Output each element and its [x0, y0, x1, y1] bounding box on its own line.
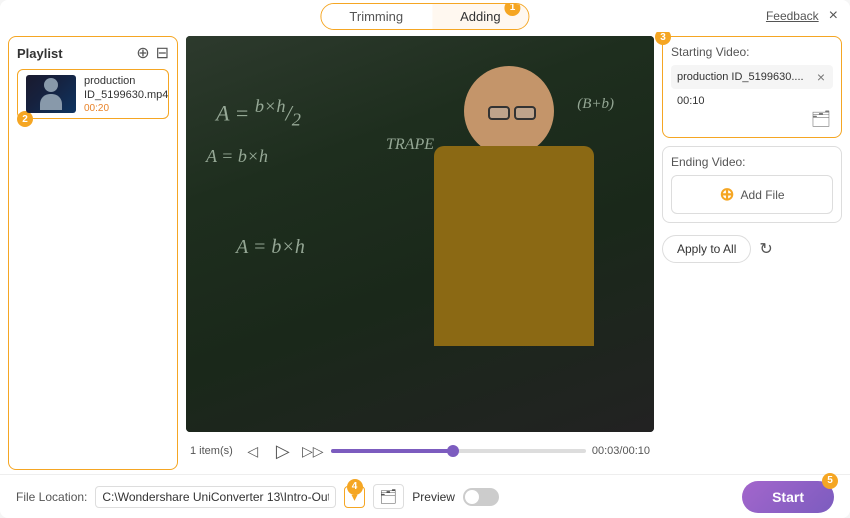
starting-badge: 3: [655, 32, 671, 45]
playlist-icons: ⊕ ⊟: [136, 43, 169, 63]
play-button[interactable]: ▷: [271, 439, 295, 463]
dropdown-badge: 4: [347, 479, 363, 495]
starting-duration: 00:10: [671, 93, 833, 109]
math-eq3: A = b×h: [236, 236, 305, 259]
time-display: 00:03/00:10: [592, 445, 650, 457]
start-button[interactable]: 5 Start: [742, 481, 834, 513]
close-button[interactable]: ×: [829, 8, 838, 24]
tab-adding[interactable]: 1 Adding: [432, 4, 528, 29]
ending-label: Ending Video:: [671, 155, 833, 169]
starting-label: Starting Video:: [671, 45, 833, 59]
progress-bar[interactable]: [331, 449, 586, 453]
add-playlist-icon[interactable]: ⊕: [136, 43, 149, 63]
apply-all-row: Apply to All ↻: [662, 235, 842, 263]
video-preview: A = b×h/2 A = b×h A = b×h TRAPE (B+b): [186, 36, 654, 432]
refresh-icon[interactable]: ↻: [759, 239, 772, 259]
math-eq4: TRAPE: [386, 136, 434, 154]
thumbnail-face: [37, 78, 65, 110]
starting-folder-row: 🗂: [671, 109, 833, 129]
apply-all-button[interactable]: Apply to All: [662, 235, 751, 263]
starting-clear-button[interactable]: ×: [815, 69, 827, 85]
time-total: 00:10: [622, 445, 650, 457]
tab-trimming-label: Trimming: [349, 9, 403, 24]
playlist-item-name: production ID_5199630.mp4: [84, 74, 168, 103]
title-bar: Trimming 1 Adding Feedback ×: [0, 0, 850, 32]
folder-button[interactable]: 🗂: [373, 484, 405, 509]
playlist-item-info: production ID_5199630.mp4 00:20: [84, 74, 168, 114]
tab-group: Trimming 1 Adding: [320, 3, 529, 30]
file-location-input[interactable]: [95, 486, 336, 508]
video-controls: 1 item(s) ◁ ▷ ▷▷ 00:03/00:10: [186, 432, 654, 470]
playlist-panel: Playlist ⊕ ⊟ 2 production ID_5199630.mp4: [8, 36, 178, 470]
math-eq5: (B+b): [577, 96, 614, 113]
dropdown-button[interactable]: 4 ▾: [344, 486, 364, 508]
playlist-item[interactable]: production ID_5199630.mp4 00:20: [17, 69, 169, 119]
starting-file-row: production ID_5199630.... ×: [671, 65, 833, 89]
progress-thumb: [447, 445, 459, 457]
glass-right: [514, 106, 536, 120]
playlist-badge: 2: [17, 111, 33, 127]
tab-trimming[interactable]: Trimming: [321, 4, 431, 29]
time-current: 00:03: [592, 445, 620, 457]
progress-fill: [331, 449, 453, 453]
playlist-item-duration: 00:20: [84, 103, 168, 114]
starting-folder-button[interactable]: 🗂: [809, 109, 833, 129]
forward-button[interactable]: ▷▷: [301, 439, 325, 463]
tab-adding-badge: 1: [505, 3, 521, 16]
items-count: 1 item(s): [190, 445, 233, 457]
settings-playlist-icon[interactable]: ⊟: [156, 43, 169, 63]
video-area: A = b×h/2 A = b×h A = b×h TRAPE (B+b) 1: [186, 36, 654, 470]
app-window: Trimming 1 Adding Feedback × Playlist ⊕ …: [0, 0, 850, 518]
bottom-bar: File Location: 4 ▾ 🗂 Preview 5 Start: [0, 474, 850, 518]
start-label: Start: [772, 489, 804, 505]
starting-filename: production ID_5199630....: [677, 71, 815, 83]
person-glasses: [488, 106, 536, 120]
add-file-label: Add File: [741, 188, 785, 202]
main-content: Playlist ⊕ ⊟ 2 production ID_5199630.mp4: [0, 32, 850, 474]
chalkboard-bg: A = b×h/2 A = b×h A = b×h TRAPE (B+b): [186, 36, 654, 432]
right-panel: 3 Starting Video: production ID_5199630.…: [662, 36, 842, 470]
start-badge: 5: [822, 473, 838, 489]
tab-adding-label: Adding: [460, 9, 500, 24]
playlist-header: Playlist ⊕ ⊟: [9, 37, 177, 69]
preview-label: Preview: [412, 490, 455, 504]
preview-toggle[interactable]: [463, 488, 499, 506]
rewind-button[interactable]: ◁: [241, 439, 265, 463]
feedback-button[interactable]: Feedback: [766, 9, 819, 23]
playlist-thumbnail: [26, 75, 76, 113]
ending-video-box: Ending Video: ⊕ Add File: [662, 146, 842, 223]
add-file-button[interactable]: ⊕ Add File: [671, 175, 833, 214]
person-body: [434, 146, 594, 346]
playlist-title: Playlist: [17, 46, 63, 61]
starting-video-box: 3 Starting Video: production ID_5199630.…: [662, 36, 842, 138]
glass-left: [488, 106, 510, 120]
add-file-icon: ⊕: [719, 184, 734, 205]
file-location-label: File Location:: [16, 490, 87, 504]
math-eq2: A = b×h: [206, 146, 268, 167]
toggle-knob: [465, 490, 479, 504]
math-eq1: A = b×h/2: [216, 96, 301, 131]
